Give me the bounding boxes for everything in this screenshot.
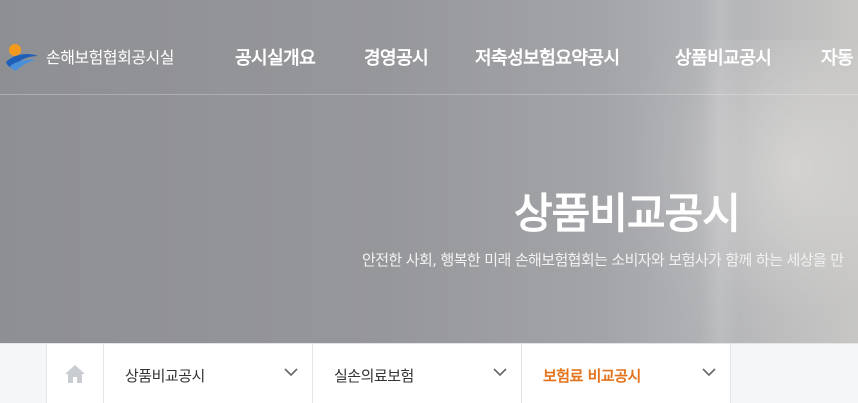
menu-item-product-comparison[interactable]: 상품비교공시 <box>675 44 772 70</box>
menu-item-disclosure-overview[interactable]: 공시실개요 <box>235 44 316 70</box>
global-navigation: 손해보험협회공시실 공시실개요 경영공시 저축성보험요약공시 상품비교공시 자동 <box>0 0 858 95</box>
logo-icon <box>6 44 38 71</box>
hero-slogan: 안전한 사회, 행복한 미래 손해보험협회는 소비자와 보험사가 함께 하는 세… <box>362 251 844 269</box>
menu-item-savings-insurance-summary[interactable]: 저축성보험요약공시 <box>475 44 620 70</box>
breadcrumb: 상품비교공시 실손의료보험 보험료 비교공시 <box>0 343 858 403</box>
chevron-down-icon <box>284 368 298 377</box>
breadcrumb-label: 보험료 비교공시 <box>543 367 641 385</box>
breadcrumb-item-medical-insurance[interactable]: 실손의료보험 <box>313 344 522 403</box>
logo-text: 손해보험협회공시실 <box>46 48 174 67</box>
breadcrumb-home[interactable] <box>46 344 104 403</box>
chevron-down-icon <box>493 368 507 377</box>
breadcrumb-item-product-comparison[interactable]: 상품비교공시 <box>104 344 313 403</box>
menu-item-management-disclosure[interactable]: 경영공시 <box>364 44 429 70</box>
home-icon <box>65 364 85 383</box>
hero-banner: 손해보험협회공시실 공시실개요 경영공시 저축성보험요약공시 상품비교공시 자동… <box>0 0 858 343</box>
menu-item-auto[interactable]: 자동 <box>821 44 854 70</box>
chevron-down-icon <box>702 368 716 377</box>
site-logo[interactable]: 손해보험협회공시실 <box>4 40 174 72</box>
breadcrumb-label: 실손의료보험 <box>334 367 414 385</box>
breadcrumb-label: 상품비교공시 <box>125 367 205 385</box>
page-title: 상품비교공시 <box>514 189 741 238</box>
breadcrumb-item-premium-comparison[interactable]: 보험료 비교공시 <box>522 344 731 403</box>
